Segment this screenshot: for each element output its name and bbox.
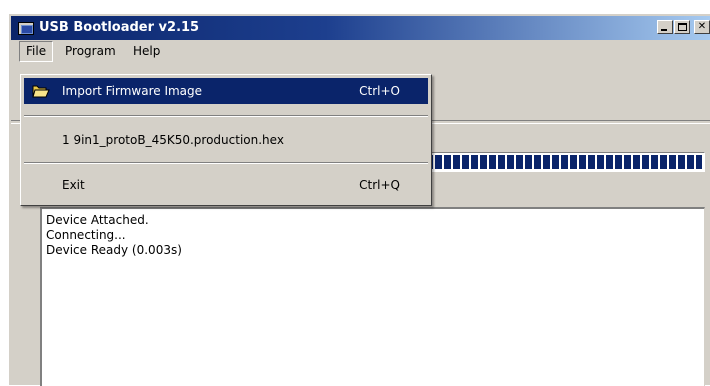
log-line: Device Attached. [46, 213, 149, 227]
menu-file[interactable]: File [19, 41, 54, 62]
window-title: USB Bootloader v2.15 [39, 20, 200, 35]
menu-item-exit[interactable]: Exit Ctrl+Q [24, 172, 428, 198]
menu-program[interactable]: Program [59, 41, 122, 61]
log-line: Device Ready (0.003s) [46, 243, 182, 257]
app-icon[interactable] [18, 22, 34, 35]
exit-label: Exit [62, 178, 85, 192]
log-output[interactable]: Device Attached. Connecting... Device Re… [40, 207, 705, 386]
menu-bar: File Program Help [11, 41, 710, 62]
exit-shortcut: Ctrl+Q [359, 178, 400, 192]
minimize-button[interactable] [657, 20, 673, 34]
menu-item-import-firmware[interactable]: Import Firmware Image Ctrl+O [24, 78, 428, 104]
file-menu-dropdown: Import Firmware Image Ctrl+O 1 9in1_prot… [20, 74, 432, 206]
log-line: Connecting... [46, 228, 126, 242]
recent-file-label: 1 9in1_protoB_45K50.production.hex [62, 133, 284, 147]
import-firmware-label: Import Firmware Image [62, 84, 203, 98]
menu-item-recent-file[interactable]: 1 9in1_protoB_45K50.production.hex [24, 127, 428, 153]
title-bar[interactable]: USB Bootloader v2.15 ✕ [11, 16, 710, 40]
maximize-button[interactable] [674, 20, 690, 34]
maximize-icon [678, 23, 687, 31]
menu-divider [24, 162, 428, 164]
open-folder-icon [32, 85, 50, 98]
close-icon: ✕ [697, 21, 707, 32]
minimize-icon [661, 29, 667, 31]
close-button[interactable]: ✕ [694, 20, 710, 34]
menu-help[interactable]: Help [127, 41, 166, 61]
menu-divider [24, 115, 428, 117]
import-firmware-shortcut: Ctrl+O [359, 84, 400, 98]
